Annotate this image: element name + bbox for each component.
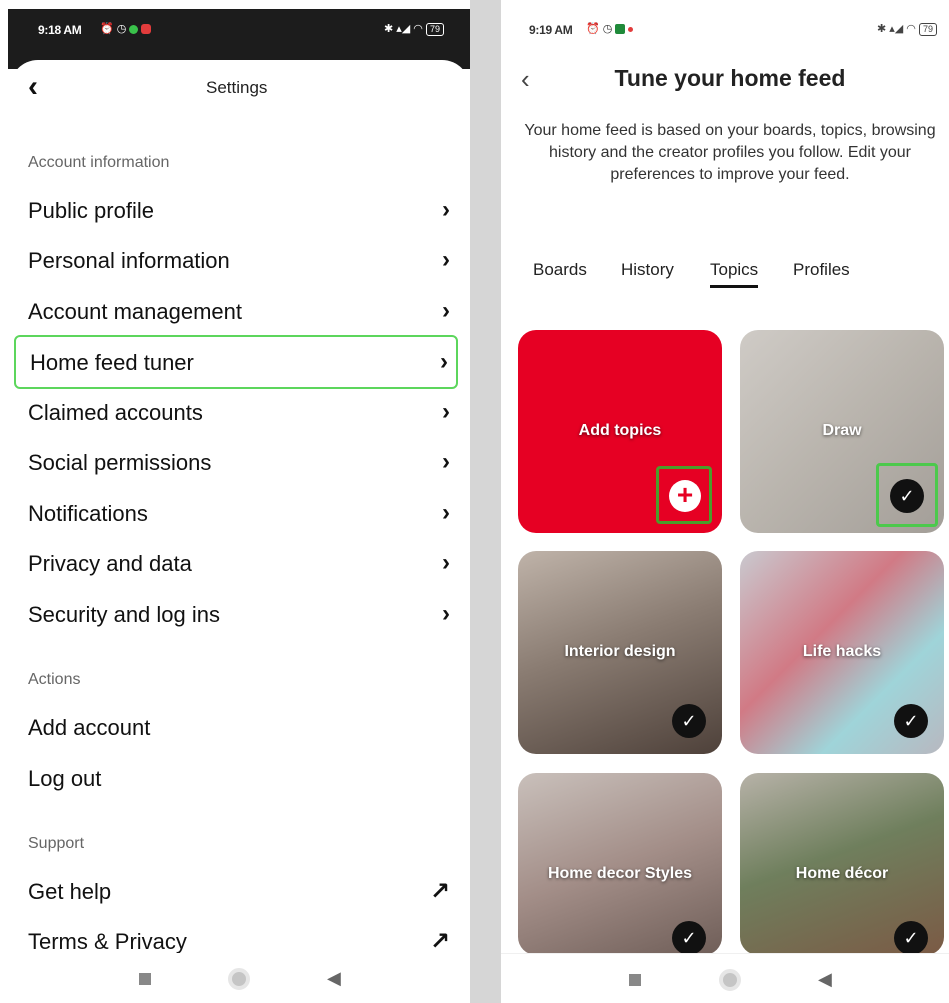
- tab-topics[interactable]: Topics: [710, 260, 759, 288]
- plus-icon[interactable]: +: [669, 480, 701, 512]
- screen-divider: [470, 0, 501, 1003]
- alarm-icon: ⏰ ◷: [586, 23, 613, 35]
- signal-icon: ✱ ▴◢ ◠: [877, 23, 916, 35]
- status-right-icons: ✱ ▴◢ ◠ 79: [877, 22, 937, 36]
- status-bar: 9:19 AM ⏰ ◷ ✱ ▴◢ ◠ 79: [501, 0, 949, 60]
- nav-back-icon[interactable]: ◀: [327, 968, 341, 989]
- app-notification-icon: [628, 26, 634, 32]
- topic-tile-add-topics[interactable]: Add topics +: [518, 330, 722, 533]
- topic-label: Draw: [822, 422, 862, 439]
- menu-item-label: Privacy and data: [28, 551, 192, 576]
- chevron-right-icon: ›: [442, 398, 450, 425]
- menu-item-home-feed-tuner[interactable]: Home feed tuner ›: [14, 335, 458, 389]
- alarm-icon: ⏰ ◷: [100, 23, 127, 35]
- menu-item-label: Claimed accounts: [28, 400, 203, 425]
- recent-apps-icon[interactable]: [139, 973, 151, 985]
- page-title: Settings: [206, 78, 268, 97]
- chevron-right-icon: ›: [442, 297, 450, 324]
- check-icon[interactable]: ✓: [672, 704, 706, 738]
- nav-back-icon[interactable]: ◀: [818, 969, 832, 990]
- menu-item-terms-and-privacy[interactable]: Terms & Privacy ↗: [14, 917, 458, 957]
- topic-label: Home decor Styles: [547, 865, 693, 882]
- tab-profiles[interactable]: Profiles: [793, 260, 850, 280]
- check-icon[interactable]: ✓: [894, 704, 928, 738]
- chevron-right-icon: ›: [442, 448, 450, 475]
- status-time: 9:19 AM: [529, 23, 573, 37]
- battery-icon: 79: [918, 23, 937, 36]
- menu-item-label: Get help: [28, 879, 112, 904]
- menu-item-personal-information[interactable]: Personal information ›: [14, 236, 458, 288]
- section-actions: Actions: [28, 671, 81, 688]
- external-link-icon: ↗: [429, 928, 450, 955]
- topic-tile-draw[interactable]: Draw ✓: [740, 330, 944, 533]
- status-time: 9:18 AM: [38, 23, 82, 37]
- chevron-right-icon: ›: [442, 246, 450, 273]
- chevron-right-icon: ›: [440, 348, 448, 375]
- chevron-right-icon: ›: [442, 600, 450, 627]
- signal-icon: ✱ ▴◢ ◠: [384, 23, 423, 35]
- notification-icon: [615, 24, 626, 35]
- chevron-right-icon: ›: [442, 196, 450, 223]
- external-link-icon: ↗: [429, 878, 450, 905]
- system-nav-bar: ◀: [0, 953, 470, 1003]
- chevron-right-icon: ›: [442, 549, 450, 576]
- topic-label: Add topics: [578, 422, 662, 439]
- recent-apps-icon[interactable]: [629, 974, 641, 986]
- menu-item-privacy-and-data[interactable]: Privacy and data ›: [14, 539, 458, 591]
- menu-item-label: Public profile: [28, 198, 154, 223]
- app-notification-icon: [141, 24, 152, 35]
- tab-boards[interactable]: Boards: [533, 260, 587, 280]
- topic-tile-life-hacks[interactable]: Life hacks ✓: [740, 551, 944, 754]
- system-nav-bar: ◀: [501, 953, 949, 1003]
- topic-label: Life hacks: [802, 643, 882, 660]
- topic-tile-home-decor[interactable]: Home décor ✓: [740, 773, 944, 955]
- home-icon[interactable]: [228, 968, 250, 990]
- menu-item-get-help[interactable]: Get help ↗: [14, 867, 458, 919]
- menu-item-notifications[interactable]: Notifications ›: [14, 489, 458, 541]
- status-right-icons: ✱ ▴◢ ◠ 79: [384, 22, 444, 36]
- menu-item-label: Add account: [28, 715, 151, 740]
- menu-item-public-profile[interactable]: Public profile ›: [14, 186, 458, 238]
- back-icon[interactable]: ‹: [28, 72, 38, 102]
- home-icon[interactable]: [719, 969, 741, 991]
- tab-history[interactable]: History: [621, 260, 674, 280]
- menu-item-label: Log out: [28, 766, 102, 791]
- menu-item-label: Security and log ins: [28, 602, 220, 627]
- page-description: Your home feed is based on your boards, …: [524, 122, 936, 183]
- menu-item-label: Notifications: [28, 501, 148, 526]
- menu-item-social-permissions[interactable]: Social permissions ›: [14, 438, 458, 490]
- menu-item-account-management[interactable]: Account management ›: [14, 287, 458, 339]
- section-account-information: Account information: [28, 154, 170, 171]
- home-feed-tuner-screen: 9:19 AM ⏰ ◷ ✱ ▴◢ ◠ 79 ‹ Tune your home f…: [501, 0, 949, 1003]
- menu-item-label: Home feed tuner: [30, 350, 194, 375]
- notification-icon: [129, 24, 139, 34]
- topic-tile-home-decor-styles[interactable]: Home decor Styles ✓: [518, 773, 722, 955]
- battery-icon: 79: [425, 23, 444, 36]
- menu-item-security-and-log-ins[interactable]: Security and log ins ›: [14, 590, 458, 642]
- status-left-icons: ⏰ ◷: [100, 22, 152, 35]
- menu-item-label: Personal information: [28, 248, 230, 273]
- topic-label: Home décor: [795, 865, 889, 882]
- check-icon[interactable]: ✓: [672, 921, 706, 955]
- chevron-right-icon: ›: [442, 499, 450, 526]
- status-left-icons: ⏰ ◷: [586, 22, 634, 35]
- topic-tile-interior-design[interactable]: Interior design ✓: [518, 551, 722, 754]
- menu-item-label: Terms & Privacy: [28, 929, 187, 954]
- menu-item-claimed-accounts[interactable]: Claimed accounts ›: [14, 388, 458, 440]
- settings-screen: 9:18 AM ⏰ ◷ ✱ ▴◢ ◠ 79 ‹ Settings Account…: [0, 0, 470, 1003]
- page-title: Tune your home feed: [614, 65, 846, 91]
- menu-item-add-account[interactable]: Add account: [14, 703, 458, 755]
- topic-label: Interior design: [564, 643, 676, 660]
- section-support: Support: [28, 835, 85, 852]
- menu-item-log-out[interactable]: Log out: [14, 754, 458, 806]
- check-icon[interactable]: ✓: [890, 479, 924, 513]
- menu-item-label: Account management: [28, 299, 243, 324]
- menu-item-label: Social permissions: [28, 450, 212, 475]
- check-icon[interactable]: ✓: [894, 921, 928, 955]
- add-topic-highlight: +: [656, 466, 712, 524]
